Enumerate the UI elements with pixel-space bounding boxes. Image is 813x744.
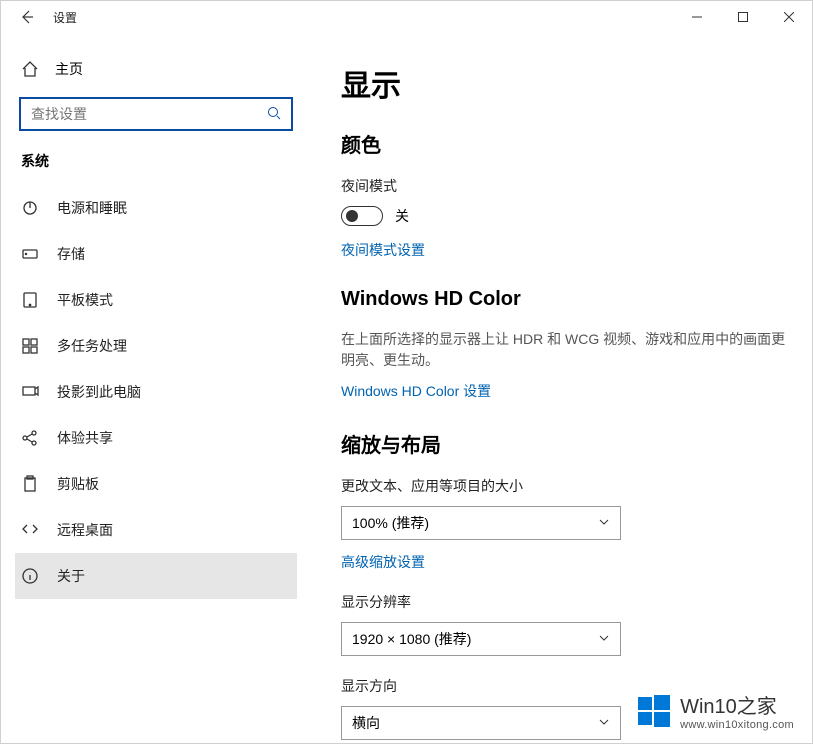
watermark-url: www.win10xitong.com [680,719,794,731]
advanced-scale-link[interactable]: 高级缩放设置 [341,552,425,572]
sidebar-home-label: 主页 [55,59,83,79]
clipboard-icon [21,475,39,493]
sidebar-item-label: 多任务处理 [57,336,127,356]
sidebar-item-multitask[interactable]: 多任务处理 [15,323,297,369]
sidebar-nav-list: 电源和睡眠 存储 平板模式 多任务处理 [15,185,297,599]
sidebar-item-clipboard[interactable]: 剪贴板 [15,461,297,507]
window-title: 设置 [53,9,77,26]
section-color: 颜色 夜间模式 关 夜间模式设置 [341,129,792,260]
sidebar-item-power[interactable]: 电源和睡眠 [15,185,297,231]
hdcolor-settings-link[interactable]: Windows HD Color 设置 [341,381,491,401]
watermark-brand: Win10 [680,696,737,718]
watermark: Win10之家 www.win10xitong.com [636,690,794,731]
power-icon [21,199,39,217]
hdcolor-desc: 在上面所选择的显示器上让 HDR 和 WCG 视频、游戏和应用中的画面更明亮、更… [341,329,792,371]
sidebar-item-project[interactable]: 投影到此电脑 [15,369,297,415]
sidebar-section-title: 系统 [15,151,297,185]
sidebar-item-tablet[interactable]: 平板模式 [15,277,297,323]
back-icon [19,9,35,25]
resolution-value: 1920 × 1080 (推荐) [352,629,471,649]
text-size-select[interactable]: 100% (推荐) [341,506,621,540]
section-hdcolor-heading: Windows HD Color [341,288,792,311]
sidebar-item-label: 体验共享 [57,428,113,448]
content-area: 显示 颜色 夜间模式 关 夜间模式设置 Windows HD Color 在上面… [311,33,812,743]
info-icon [21,567,39,585]
section-scale-heading: 缩放与布局 [341,429,792,458]
text-size-label: 更改文本、应用等项目的大小 [341,476,792,496]
search-input[interactable] [31,106,267,122]
multitask-icon [21,337,39,355]
close-button[interactable] [766,1,812,33]
sidebar-item-label: 电源和睡眠 [57,198,127,218]
orientation-select[interactable]: 横向 [341,706,621,740]
sidebar-item-label: 投影到此电脑 [57,382,141,402]
sidebar-item-label: 平板模式 [57,290,113,310]
night-mode-state: 关 [395,206,409,226]
close-icon [784,12,794,22]
sidebar-item-about[interactable]: 关于 [15,553,297,599]
windows-logo-icon [636,693,672,729]
chevron-down-icon [598,715,610,731]
remote-icon [21,521,39,539]
sidebar-item-label: 关于 [57,566,85,586]
window-controls [674,1,812,33]
night-mode-toggle[interactable] [341,206,383,226]
page-title: 显示 [341,61,792,105]
section-hdcolor: Windows HD Color 在上面所选择的显示器上让 HDR 和 WCG … [341,288,792,401]
search-icon [267,106,281,123]
night-mode-settings-link[interactable]: 夜间模式设置 [341,240,425,260]
resolution-label: 显示分辨率 [341,592,792,612]
sidebar-item-label: 远程桌面 [57,520,113,540]
sidebar-item-shared[interactable]: 体验共享 [15,415,297,461]
titlebar: 设置 [1,1,812,33]
maximize-icon [738,12,748,22]
orientation-value: 横向 [352,713,380,733]
home-icon [21,60,39,78]
chevron-down-icon [598,631,610,647]
sidebar: 主页 系统 电源和睡眠 存储 [1,33,311,743]
night-mode-label: 夜间模式 [341,176,792,196]
search-box[interactable] [19,97,293,131]
resolution-select[interactable]: 1920 × 1080 (推荐) [341,622,621,656]
sidebar-item-label: 存储 [57,244,85,264]
text-size-value: 100% (推荐) [352,513,429,533]
storage-icon [21,245,39,263]
section-color-heading: 颜色 [341,129,792,158]
sidebar-item-storage[interactable]: 存储 [15,231,297,277]
minimize-icon [692,12,702,22]
chevron-down-icon [598,515,610,531]
sidebar-item-label: 剪贴板 [57,474,99,494]
back-button[interactable] [7,1,47,33]
share-icon [21,429,39,447]
watermark-suffix: 之家 [737,696,777,718]
maximize-button[interactable] [720,1,766,33]
sidebar-home[interactable]: 主页 [15,51,297,97]
project-icon [21,383,39,401]
sidebar-item-remote[interactable]: 远程桌面 [15,507,297,553]
minimize-button[interactable] [674,1,720,33]
tablet-icon [21,291,39,309]
